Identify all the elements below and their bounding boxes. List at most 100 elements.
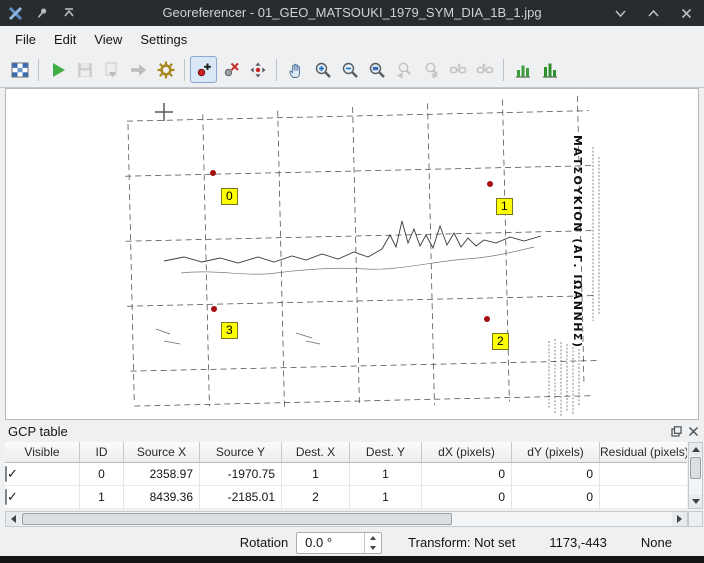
down-arrow-icon <box>692 499 700 504</box>
col-header-visible[interactable]: Visible <box>5 442 80 463</box>
cell-source-y-1[interactable]: -2185.01 <box>200 486 282 509</box>
cell-source-x-0[interactable]: 2358.97 <box>124 463 200 486</box>
spin-down-icon <box>370 546 376 550</box>
cell-dest-y-0[interactable]: 1 <box>350 463 422 486</box>
move-point-button[interactable] <box>244 56 271 83</box>
app-icon <box>7 5 23 21</box>
open-raster-button[interactable] <box>6 56 33 83</box>
menubar: File Edit View Settings <box>0 26 704 52</box>
start-georeferencing-button[interactable] <box>44 56 71 83</box>
col-header-residual[interactable]: Residual (pixels) <box>600 442 687 463</box>
save-icon <box>75 60 95 80</box>
cell-source-y-0[interactable]: -1970.75 <box>200 463 282 486</box>
maximize-button[interactable] <box>645 5 661 21</box>
scroll-right-button[interactable] <box>672 512 687 526</box>
shade-icon[interactable] <box>61 5 77 21</box>
col-header-dest-y[interactable]: Dest. Y <box>350 442 422 463</box>
cell-visible-0[interactable] <box>5 463 80 486</box>
cell-dy-0[interactable]: 0 <box>512 463 600 486</box>
crosshair-cursor <box>155 103 173 121</box>
minimize-button[interactable] <box>612 5 628 21</box>
map-canvas[interactable]: ΜΑΤΣΟΥΚΙΟΝ (ΑΓ. ΙΩΑΝΝΗΣ) 0 1 2 3 <box>5 88 699 420</box>
add-point-button[interactable] <box>190 56 217 83</box>
rotation-value[interactable]: 0.0 ° <box>297 535 364 550</box>
scroll-left-button[interactable] <box>6 512 21 526</box>
cell-id-0[interactable]: 0 <box>80 463 124 486</box>
transformation-settings-button[interactable] <box>152 56 179 83</box>
visible-checkbox-1[interactable] <box>5 489 7 505</box>
vertical-scroll-thumb[interactable] <box>690 457 701 479</box>
cell-dest-y-1[interactable]: 1 <box>350 486 422 509</box>
gcp-point-1[interactable] <box>487 181 493 187</box>
full-histogram-icon <box>540 60 560 80</box>
col-header-dy-pixels[interactable]: dY (pixels) <box>512 442 600 463</box>
link-reverse-icon <box>475 60 495 80</box>
menu-file[interactable]: File <box>6 29 45 50</box>
gcp-marker-label-2[interactable]: 2 <box>492 333 509 350</box>
toolbar-separator <box>38 59 39 81</box>
delete-point-button[interactable] <box>217 56 244 83</box>
cell-residual-0[interactable] <box>600 463 687 486</box>
full-histogram-stretch-button[interactable] <box>536 56 563 83</box>
rotation-spinbox[interactable]: 0.0 ° <box>296 532 382 554</box>
col-header-dest-x[interactable]: Dest. X <box>282 442 350 463</box>
col-header-id[interactable]: ID <box>80 442 124 463</box>
local-histogram-stretch-button[interactable] <box>509 56 536 83</box>
toolbar-separator <box>503 59 504 81</box>
scroll-down-button[interactable] <box>689 495 702 508</box>
zoom-last-icon <box>394 60 414 80</box>
toolbar <box>0 52 704 88</box>
pan-hand-icon <box>286 60 306 80</box>
gcp-point-0[interactable] <box>210 170 216 176</box>
menu-edit[interactable]: Edit <box>45 29 85 50</box>
gcp-marker-label-3[interactable]: 3 <box>221 322 238 339</box>
rotation-increment-button[interactable] <box>365 533 381 543</box>
cell-dx-0[interactable]: 0 <box>422 463 512 486</box>
table-horizontal-scrollbar[interactable] <box>5 511 688 527</box>
left-arrow-icon <box>11 515 16 523</box>
link-georeferencer-to-qgis-button <box>444 56 471 83</box>
georeferencer-window: Georeferencer - 01_GEO_MATSOUKI_1979_SYM… <box>0 0 704 563</box>
col-header-source-y[interactable]: Source Y <box>200 442 282 463</box>
dock-float-button[interactable] <box>669 424 683 438</box>
col-header-source-x[interactable]: Source X <box>124 442 200 463</box>
col-header-dx-pixels[interactable]: dX (pixels) <box>422 442 512 463</box>
menu-settings[interactable]: Settings <box>131 29 196 50</box>
close-button[interactable] <box>678 5 694 21</box>
gcp-marker-label-0[interactable]: 0 <box>221 188 238 205</box>
zoom-next-button <box>417 56 444 83</box>
zoom-out-button[interactable] <box>336 56 363 83</box>
zoom-last-button <box>390 56 417 83</box>
transform-status: Transform: Not set <box>408 535 515 550</box>
gcp-point-3[interactable] <box>211 306 217 312</box>
rotation-decrement-button[interactable] <box>365 543 381 553</box>
zoom-to-layer-button[interactable] <box>363 56 390 83</box>
cell-residual-1[interactable] <box>600 486 687 509</box>
transform-points-button <box>125 56 152 83</box>
cell-id-1[interactable]: 1 <box>80 486 124 509</box>
zoom-out-icon <box>340 60 360 80</box>
titlebar[interactable]: Georeferencer - 01_GEO_MATSOUKI_1979_SYM… <box>0 0 704 26</box>
gcp-marker-label-1[interactable]: 1 <box>496 198 513 215</box>
cell-dx-1[interactable]: 0 <box>422 486 512 509</box>
toolbar-separator <box>184 59 185 81</box>
move-point-icon <box>248 60 268 80</box>
table-vertical-scrollbar[interactable] <box>688 442 703 509</box>
cell-dy-1[interactable]: 0 <box>512 486 600 509</box>
cell-dest-x-1[interactable]: 2 <box>282 486 350 509</box>
zoom-in-button[interactable] <box>309 56 336 83</box>
zoom-next-icon <box>421 60 441 80</box>
horizontal-scroll-thumb[interactable] <box>22 513 452 525</box>
scroll-up-button[interactable] <box>689 443 702 456</box>
pan-button[interactable] <box>282 56 309 83</box>
cell-visible-1[interactable] <box>5 486 80 509</box>
statusbar: Rotation 0.0 ° Transform: Not set 1173,-… <box>0 529 704 556</box>
cell-dest-x-0[interactable]: 1 <box>282 463 350 486</box>
menu-view[interactable]: View <box>85 29 131 50</box>
cell-source-x-1[interactable]: 8439.36 <box>124 486 200 509</box>
zoom-in-icon <box>313 60 333 80</box>
gcp-point-2[interactable] <box>484 316 490 322</box>
dock-close-button[interactable] <box>686 424 700 438</box>
visible-checkbox-0[interactable] <box>5 466 7 482</box>
pin-icon[interactable] <box>34 5 50 21</box>
